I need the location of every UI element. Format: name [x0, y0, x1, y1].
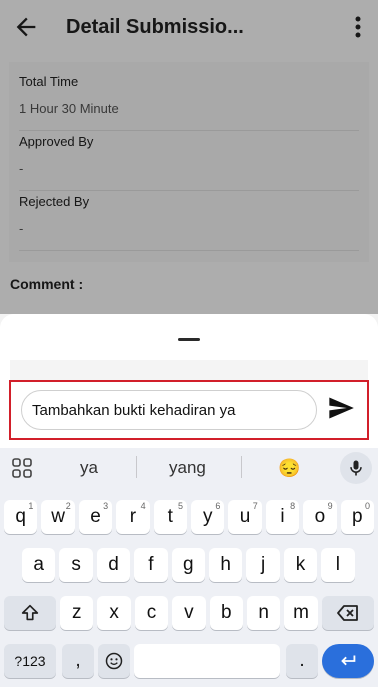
symbols-key[interactable]: ?123 — [4, 644, 56, 678]
key[interactable]: a — [22, 548, 56, 582]
key-hint: 9 — [327, 501, 333, 511]
key-hint: 8 — [290, 501, 296, 511]
emoji-suggestion[interactable]: 😔 — [278, 458, 300, 479]
key-hint: 2 — [65, 501, 71, 511]
backspace-key[interactable] — [322, 596, 374, 630]
key-label: e — [90, 506, 101, 527]
apps-grid-icon[interactable] — [10, 456, 34, 480]
key-label: d — [108, 554, 119, 575]
comment-bottom-sheet: Tambahkan bukti kehadiran ya — [0, 314, 378, 448]
key-label: k — [295, 554, 306, 575]
key[interactable]: d — [96, 548, 131, 582]
key[interactable]: y6 — [191, 500, 225, 534]
key-hint: 4 — [140, 501, 146, 511]
key-label: x — [109, 602, 119, 623]
key-label: p — [352, 506, 363, 527]
key[interactable]: n — [247, 596, 281, 630]
key[interactable]: b — [209, 596, 243, 630]
space-key[interactable] — [134, 644, 280, 678]
comment-input[interactable]: Tambahkan bukti kehadiran ya — [21, 390, 317, 430]
key[interactable]: i8 — [265, 500, 300, 534]
soft-keyboard: ya yang 😔 q1w2e3r4t5y6u7i8o9p0 asdfghjkl… — [0, 448, 378, 687]
suggestion-word[interactable]: ya — [80, 458, 98, 478]
drag-handle[interactable] — [178, 338, 200, 341]
key[interactable]: x — [97, 596, 131, 630]
enter-icon — [341, 655, 356, 666]
key-label: t — [167, 506, 173, 527]
key[interactable]: j — [246, 548, 280, 582]
suggestion-divider — [136, 456, 137, 478]
emoji-icon — [105, 652, 123, 670]
key[interactable]: t5 — [153, 500, 187, 534]
key[interactable]: w2 — [41, 500, 75, 534]
key-hint: 0 — [364, 501, 370, 511]
send-icon[interactable] — [327, 394, 355, 422]
comment-input-container: Tambahkan bukti kehadiran ya — [9, 380, 369, 440]
key[interactable]: k — [283, 548, 318, 582]
key[interactable]: s — [59, 548, 93, 582]
key[interactable]: l — [321, 548, 355, 582]
enter-key[interactable] — [322, 644, 374, 678]
comment-input-text: Tambahkan bukti kehadiran ya — [32, 402, 236, 419]
key[interactable]: f — [134, 548, 168, 582]
key-hint: 6 — [215, 501, 221, 511]
shift-icon — [21, 604, 39, 621]
key[interactable]: g — [171, 548, 205, 582]
key[interactable]: o9 — [303, 500, 337, 534]
key[interactable]: e3 — [78, 500, 113, 534]
key-label: b — [221, 602, 232, 623]
key-label: m — [293, 602, 309, 623]
key[interactable]: h — [209, 548, 243, 582]
key-hint: 7 — [252, 501, 258, 511]
key[interactable]: r4 — [116, 500, 150, 534]
key-label: w — [51, 506, 65, 527]
key-label: f — [148, 554, 154, 575]
key[interactable]: c — [134, 596, 169, 630]
key[interactable]: p0 — [340, 500, 374, 534]
key-label: j — [260, 554, 266, 575]
shift-key[interactable] — [4, 596, 56, 630]
key[interactable]: z — [60, 596, 94, 630]
suggestion-divider — [241, 456, 242, 478]
key[interactable]: v — [172, 596, 206, 630]
key-label: q — [15, 506, 26, 527]
key-label: n — [258, 602, 269, 623]
comma-key[interactable]: , — [62, 644, 94, 678]
key-label: y — [202, 506, 213, 527]
key-label: u — [239, 506, 251, 527]
key-label: s — [71, 554, 81, 575]
emoji-key[interactable] — [98, 644, 130, 678]
period-key[interactable]: . — [286, 644, 318, 678]
modal-scrim[interactable] — [0, 0, 378, 314]
suggestion-word[interactable]: yang — [169, 458, 206, 478]
key[interactable]: u7 — [228, 500, 262, 534]
key-label: h — [220, 554, 231, 575]
key-label: i — [280, 506, 285, 527]
key-label: g — [183, 554, 194, 575]
key-label: v — [184, 602, 194, 623]
key[interactable]: q1 — [4, 500, 38, 534]
key-hint: 3 — [103, 501, 109, 511]
microphone-icon — [350, 460, 362, 476]
backspace-icon — [337, 605, 358, 621]
key-label: z — [71, 602, 82, 623]
key[interactable]: m — [284, 596, 318, 630]
key-label: a — [33, 554, 44, 575]
key-label: c — [146, 602, 157, 623]
key-label: r — [129, 506, 137, 527]
mic-button[interactable] — [340, 452, 372, 484]
key-label: l — [335, 554, 340, 575]
key-hint: 1 — [28, 501, 34, 511]
key-hint: 5 — [177, 501, 183, 511]
key-label: o — [314, 506, 326, 527]
suggestion-strip: ya yang 😔 — [0, 448, 378, 488]
